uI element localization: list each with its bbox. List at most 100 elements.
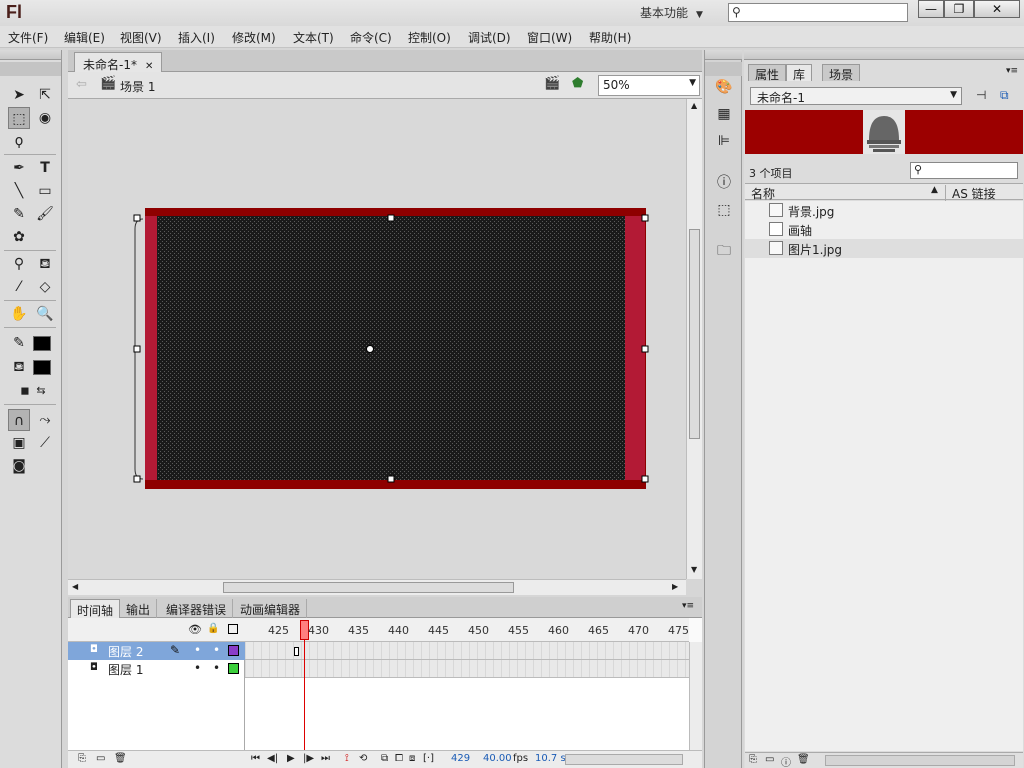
sort-asc-icon[interactable]: ▲ xyxy=(931,185,938,195)
new-symbol-icon[interactable]: ⎘ xyxy=(749,754,757,765)
layer-row[interactable]: ◘ 图层 1 • • xyxy=(68,660,245,678)
dock-header[interactable] xyxy=(705,50,742,60)
zoom-select[interactable]: 50% ▼ xyxy=(598,75,700,96)
menu-file[interactable]: 文件(F) xyxy=(8,29,48,46)
snap-to-objects-icon[interactable]: ∩ xyxy=(8,409,30,431)
tab-motion-editor[interactable]: 动画编辑器 xyxy=(234,599,308,618)
eye-icon[interactable]: 👁 xyxy=(188,623,202,636)
tab-properties[interactable]: 属性 xyxy=(748,64,787,82)
components-panel-icon[interactable]: 🗀 xyxy=(713,240,735,262)
layer-row[interactable]: ◘ 图层 2 ✎ • • xyxy=(68,642,245,660)
layer-name[interactable]: 图层 1 xyxy=(108,661,143,678)
dock-grip[interactable] xyxy=(705,62,742,76)
center-frame-icon[interactable]: ⟟ xyxy=(345,753,349,764)
frame-row-layer-1[interactable] xyxy=(245,660,689,678)
document-tab[interactable]: 未命名-1* ✕ xyxy=(74,52,163,72)
keyframe-marker[interactable] xyxy=(294,647,299,656)
layer-name[interactable]: 图层 2 xyxy=(108,643,143,660)
library-search-input[interactable]: ⚲ xyxy=(910,162,1018,179)
frames-area[interactable]: 425 430 435 440 445 450 455 460 465 470 … xyxy=(245,618,702,768)
swap-colors-icon[interactable]: ⇆ xyxy=(30,380,52,402)
stroke-color-swatch[interactable] xyxy=(33,336,51,351)
onion-skin-icon[interactable]: ⧉ xyxy=(381,753,388,764)
lasso-tool-icon[interactable]: ϙ xyxy=(8,130,30,152)
column-name[interactable]: 名称 xyxy=(751,185,775,202)
transform-panel-icon[interactable]: ⬚ xyxy=(713,199,735,221)
layer-color-swatch[interactable] xyxy=(228,645,239,656)
tab-library[interactable]: 库 xyxy=(786,64,813,82)
color-panel-icon[interactable]: 🎨 xyxy=(713,76,735,98)
camera-icon[interactable]: ◙ xyxy=(8,455,30,477)
library-horizontal-scrollbar[interactable] xyxy=(825,755,1015,766)
panel-header[interactable] xyxy=(744,50,1024,60)
new-folder-icon[interactable]: ▭ xyxy=(96,753,105,764)
stage-horizontal-scrollbar[interactable]: ◀ ▶ xyxy=(68,579,686,595)
subselection-tool-icon[interactable]: ⇱ xyxy=(34,84,56,106)
frame-ruler[interactable]: 425 430 435 440 445 450 455 460 465 470 … xyxy=(245,618,689,642)
edit-multiple-frames-icon[interactable]: ⧈ xyxy=(409,753,415,764)
brush-tool-icon[interactable]: 🖌 xyxy=(34,203,56,225)
panel-menu-icon[interactable]: ▾≡ xyxy=(1006,66,1018,76)
tab-timeline[interactable]: 时间轴 xyxy=(70,599,121,618)
timeline-horizontal-scrollbar[interactable] xyxy=(565,754,683,765)
menu-edit[interactable]: 编辑(E) xyxy=(64,29,105,46)
tab-scene[interactable]: 场景 xyxy=(822,64,861,82)
visibility-dot[interactable]: • xyxy=(194,643,201,657)
menu-view[interactable]: 视图(V) xyxy=(120,29,162,46)
scroll-down-arrow-icon[interactable]: ▼ xyxy=(691,565,697,574)
menu-insert[interactable]: 插入(I) xyxy=(178,29,215,46)
new-layer-icon[interactable]: ⎘ xyxy=(78,753,86,764)
selection-tool-icon[interactable]: ➤ xyxy=(8,84,30,106)
help-search-input[interactable]: ⚲ xyxy=(728,3,908,22)
rectangle-tool-icon[interactable]: ▭ xyxy=(34,180,56,202)
close-tab-icon[interactable]: ✕ xyxy=(145,61,153,72)
list-item[interactable]: 背景.jpg xyxy=(745,201,1023,220)
maximize-button[interactable]: ❐ xyxy=(944,0,974,18)
outline-icon[interactable] xyxy=(228,624,238,634)
selected-image-area[interactable] xyxy=(157,216,625,480)
line-tool-icon[interactable]: ╲ xyxy=(8,180,30,202)
new-folder-icon[interactable]: ▭ xyxy=(765,754,774,765)
scroll-right-arrow-icon[interactable]: ▶ xyxy=(672,582,678,591)
fill-color-swatch[interactable] xyxy=(33,360,51,375)
new-library-panel-icon[interactable]: ⧉ xyxy=(1000,88,1009,103)
menu-commands[interactable]: 命令(C) xyxy=(350,29,392,46)
visibility-dot[interactable]: • xyxy=(194,661,201,675)
align-panel-icon[interactable]: ⊫ xyxy=(713,130,735,152)
modify-markers-icon[interactable]: [·] xyxy=(423,753,434,764)
paint-bucket-tool-icon[interactable]: ⛾ xyxy=(34,253,56,275)
menu-window[interactable]: 窗口(W) xyxy=(527,29,572,46)
minimize-button[interactable]: — xyxy=(918,0,944,18)
next-frame-icon[interactable]: |▶ xyxy=(303,753,314,764)
eraser-tool-icon[interactable]: ◇ xyxy=(34,276,56,298)
text-tool-icon[interactable]: T xyxy=(34,157,56,179)
list-item[interactable]: 画轴 xyxy=(745,220,1023,239)
info-panel-icon[interactable]: ⓘ xyxy=(713,172,735,194)
panel-menu-icon[interactable]: ▾≡ xyxy=(682,601,694,611)
lock-icon[interactable]: 🔒 xyxy=(207,623,219,634)
pen-tool-icon[interactable]: ✒ xyxy=(8,157,30,179)
frame-row-layer-2[interactable] xyxy=(245,642,689,660)
pin-library-icon[interactable]: ⊣ xyxy=(976,88,986,102)
edit-symbols-icon[interactable]: ⬟ xyxy=(572,76,583,91)
3d-rotation-tool-icon[interactable]: ◉ xyxy=(34,107,56,129)
close-button[interactable]: ✕ xyxy=(974,0,1020,18)
vertical-scroll-thumb[interactable] xyxy=(689,229,700,439)
current-frame-value[interactable]: 429 xyxy=(451,753,470,764)
edit-scene-icon[interactable]: 🎬 xyxy=(544,76,560,91)
menu-control[interactable]: 控制(O) xyxy=(408,29,451,46)
eyedropper-tool-icon[interactable]: ⁄ xyxy=(8,276,30,298)
first-frame-icon[interactable]: ⏮ xyxy=(251,753,260,764)
fps-value[interactable]: 40.00 xyxy=(483,753,512,764)
prev-frame-icon[interactable]: ◀| xyxy=(267,753,278,764)
lock-dot[interactable]: • xyxy=(213,643,220,657)
onion-outline-icon[interactable]: ⧠ xyxy=(395,753,403,764)
transform-pivot-point[interactable] xyxy=(366,345,374,353)
column-linkage[interactable]: AS 链接 xyxy=(945,185,1023,202)
last-frame-icon[interactable]: ⏭ xyxy=(321,753,330,764)
properties-icon[interactable]: ⓘ xyxy=(781,754,791,768)
delete-icon[interactable]: 🗑 xyxy=(797,754,810,765)
pasteboard[interactable] xyxy=(68,99,686,579)
tab-compiler-errors[interactable]: 编译器错误 xyxy=(160,599,234,618)
hand-tool-icon[interactable]: ✋ xyxy=(8,303,30,325)
